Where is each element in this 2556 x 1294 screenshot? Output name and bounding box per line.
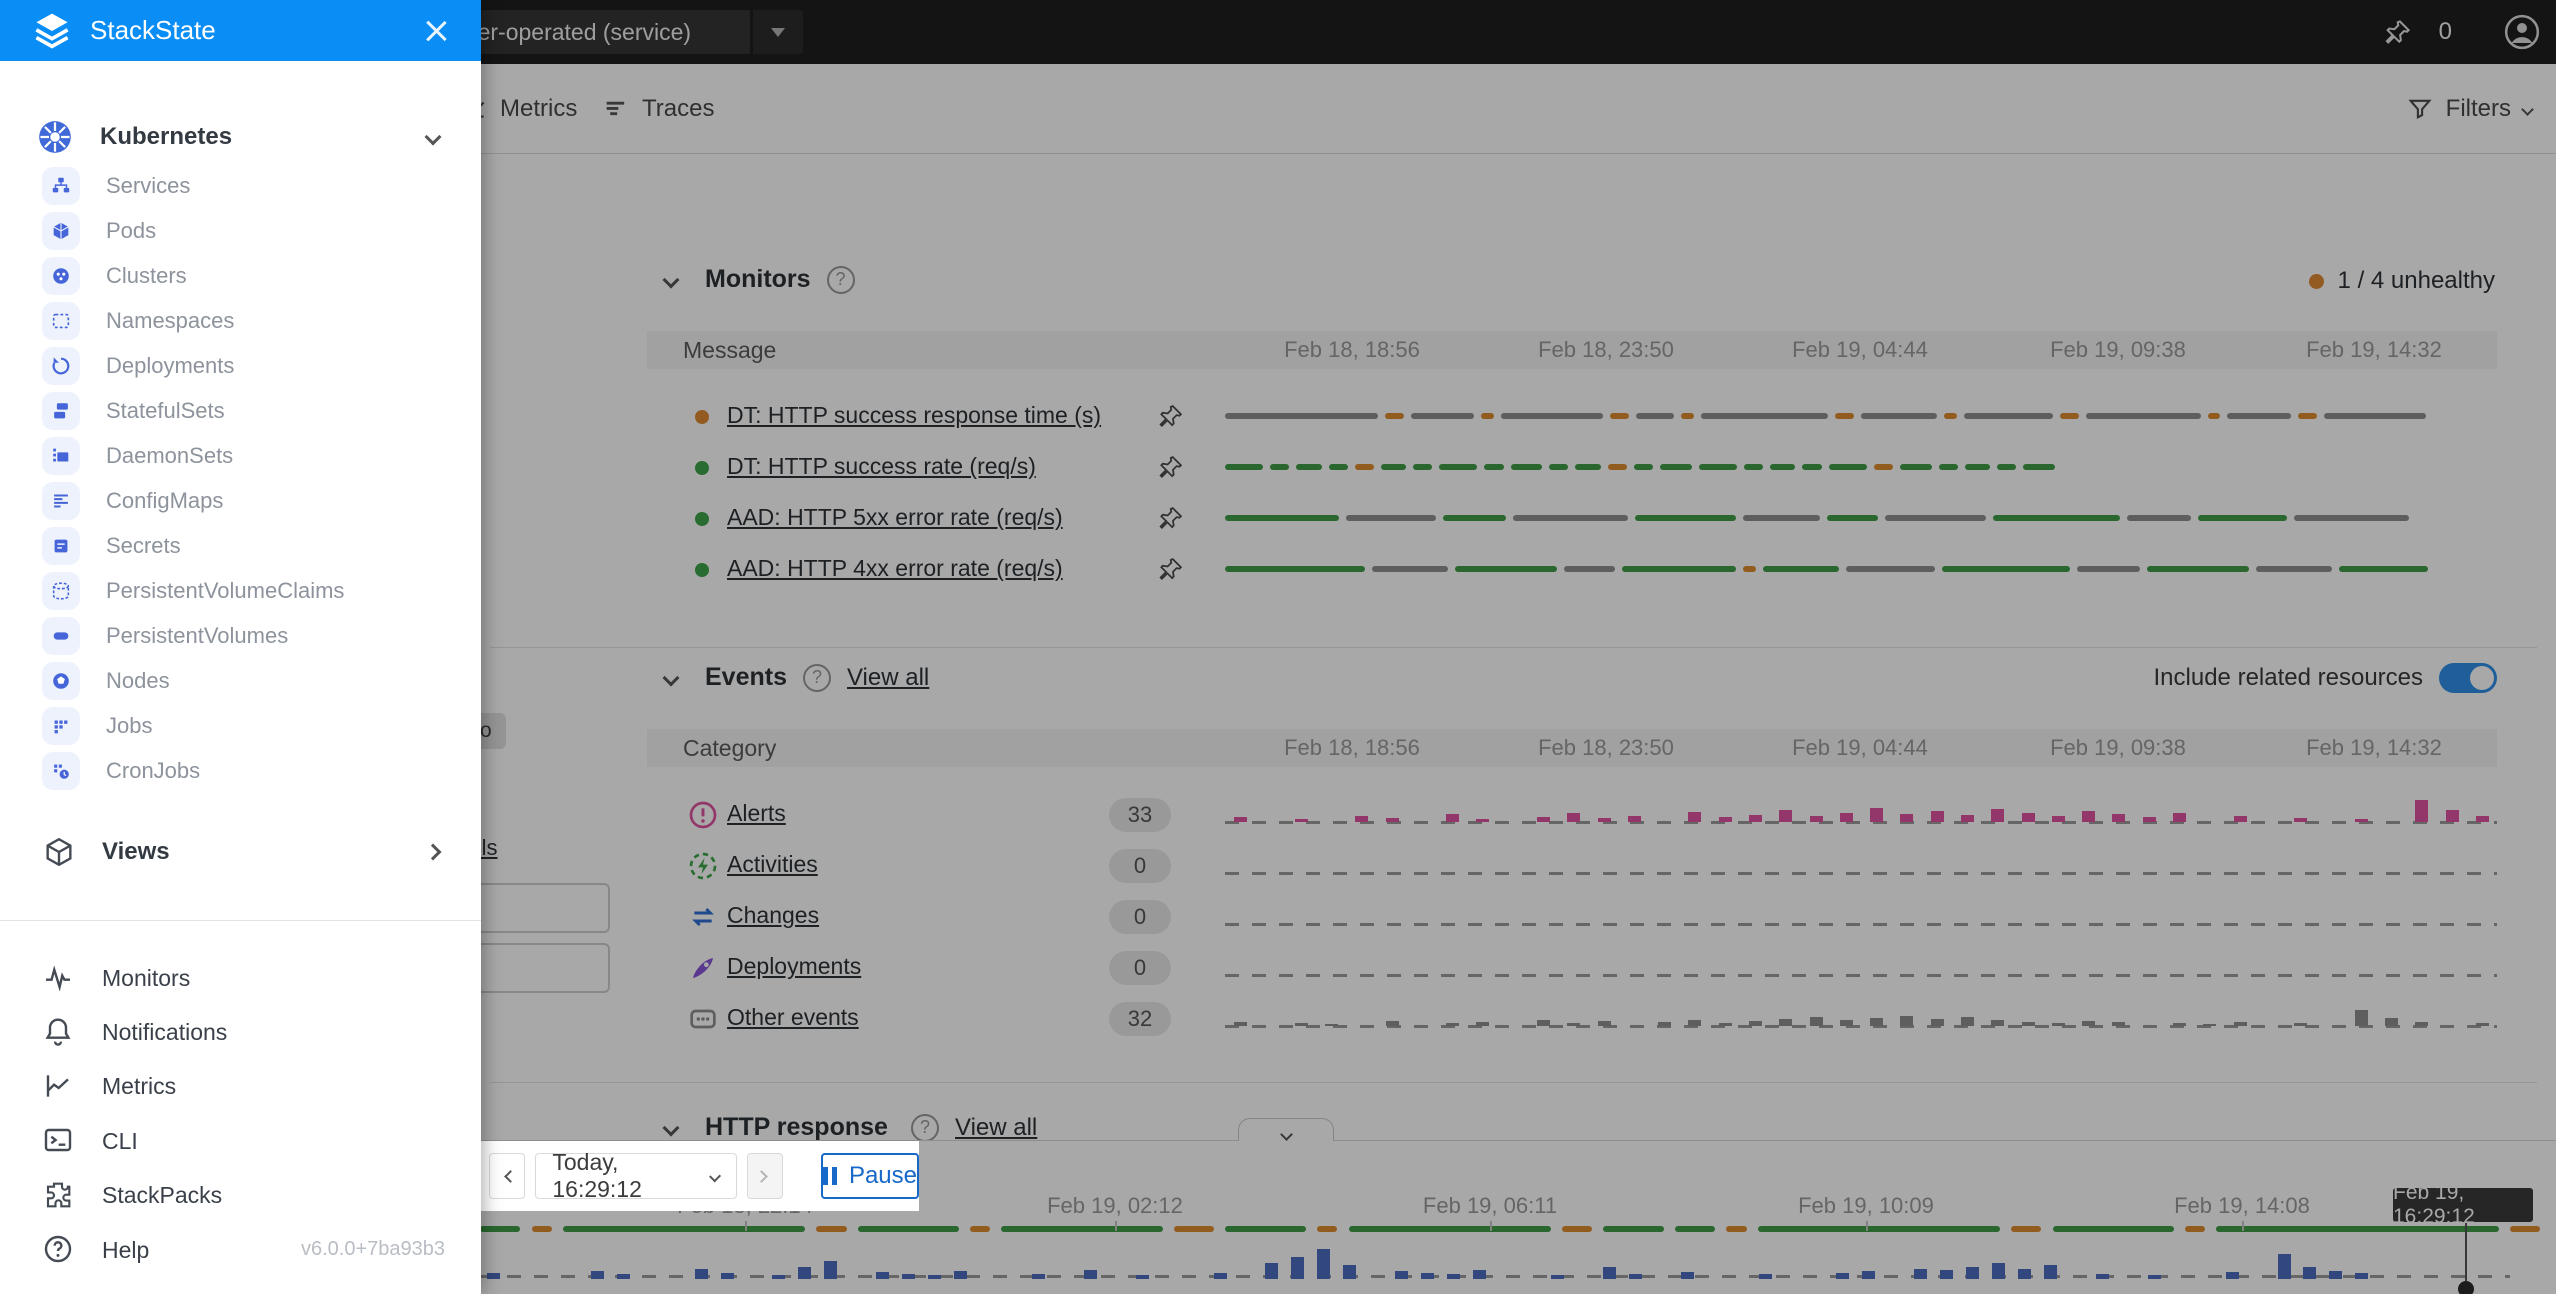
drawer-title: StackState [90, 15, 216, 46]
sidebar-item-persistentvolumes[interactable]: PersistentVolumes [0, 613, 481, 658]
resource-icon [42, 662, 80, 700]
sidebar-item-label: PersistentVolumeClaims [106, 578, 344, 604]
sidebar-item-clusters[interactable]: Clusters [0, 253, 481, 298]
resource-icon [42, 437, 80, 475]
cli-icon [42, 1124, 76, 1158]
resource-icon [42, 572, 80, 610]
sidebar-item-label: DaemonSets [106, 443, 233, 469]
app-version: v6.0.0+7ba93b3 [301, 1238, 445, 1261]
sidebar-item-label: Pods [106, 218, 156, 244]
resource-icon [42, 707, 80, 745]
sidebar-item-label: Services [106, 173, 190, 199]
sidebar-item-label: Namespaces [106, 308, 234, 334]
resource-icon [42, 212, 80, 250]
help-icon [42, 1233, 76, 1267]
notifications-icon [42, 1015, 76, 1049]
resource-icon [42, 617, 80, 655]
sidebar-item-label: Jobs [106, 713, 152, 739]
metrics-icon [42, 1070, 76, 1104]
resource-icon [42, 302, 80, 340]
resource-icon [42, 752, 80, 790]
timeline-prev-button[interactable] [489, 1153, 525, 1199]
sidebar-item-label: Secrets [106, 533, 181, 559]
resource-icon [42, 257, 80, 295]
sidebar-item-jobs[interactable]: Jobs [0, 703, 481, 748]
sidebar-item-label: Monitors [102, 965, 190, 992]
pause-label: Pause [849, 1162, 917, 1190]
drawer-header: StackState [0, 0, 481, 61]
sidebar-item-daemonsets[interactable]: DaemonSets [0, 433, 481, 478]
sidebar-item-kubernetes[interactable]: Kubernetes [0, 113, 481, 161]
sidebar-item-views[interactable]: Views [0, 827, 481, 877]
timeline-controls: Today, 16:29:12 Pause [481, 1141, 919, 1211]
sidebar-divider [0, 920, 481, 921]
navigation-drawer: StackState Kubernetes Services Pods Clus… [0, 0, 481, 1294]
pause-button[interactable]: Pause [821, 1153, 919, 1199]
sidebar-item-label: StackPacks [102, 1182, 222, 1209]
sidebar-item-label: Deployments [106, 353, 234, 379]
sidebar-item-label: Help [102, 1237, 149, 1264]
resource-icon [42, 482, 80, 520]
resource-icon [42, 347, 80, 385]
timeline-time-picker[interactable]: Today, 16:29:12 [535, 1153, 736, 1199]
stackpacks-icon [42, 1179, 76, 1213]
sidebar-item-label: StatefulSets [106, 398, 225, 424]
resource-icon [42, 167, 80, 205]
timeline-current-time: Today, 16:29:12 [552, 1149, 697, 1203]
chevron-down-icon [709, 1170, 721, 1182]
sidebar-item-cronjobs[interactable]: CronJobs [0, 748, 481, 793]
sidebar-item-services[interactable]: Services [0, 163, 481, 208]
drawer-close-button[interactable] [423, 18, 449, 44]
drawer-backdrop[interactable] [481, 0, 2556, 1294]
sidebar-item-stackpacks[interactable]: StackPacks [0, 1169, 481, 1223]
resource-icon [42, 392, 80, 430]
sidebar-item-label: ConfigMaps [106, 488, 223, 514]
sidebar-item-deployments[interactable]: Deployments [0, 343, 481, 388]
sidebar-item-namespaces[interactable]: Namespaces [0, 298, 481, 343]
pause-icon [823, 1167, 837, 1185]
sidebar-item-metrics[interactable]: Metrics [0, 1060, 481, 1114]
sidebar-item-monitors[interactable]: Monitors [0, 951, 481, 1005]
sidebar-item-label: PersistentVolumes [106, 623, 288, 649]
chevron-right-icon [425, 844, 442, 861]
views-icon [42, 835, 76, 869]
kubernetes-icon [36, 118, 74, 156]
sidebar-item-label: Clusters [106, 263, 187, 289]
monitors-icon [42, 961, 76, 995]
app: ager-operated (service) 0 Metrics Traces… [0, 0, 2556, 1294]
sidebar-item-statefulsets[interactable]: StatefulSets [0, 388, 481, 433]
sidebar-item-nodes[interactable]: Nodes [0, 658, 481, 703]
sidebar-item-label: Metrics [102, 1073, 176, 1100]
sidebar-item-pods[interactable]: Pods [0, 208, 481, 253]
sidebar-item-label: Nodes [106, 668, 170, 694]
stackstate-logo [30, 9, 74, 53]
sidebar-item-label: CronJobs [106, 758, 200, 784]
sidebar-item-configmaps[interactable]: ConfigMaps [0, 478, 481, 523]
resource-icon [42, 527, 80, 565]
sidebar-item-cli[interactable]: CLI [0, 1114, 481, 1168]
sidebar-item-label: CLI [102, 1128, 138, 1155]
sidebar-item-persistentvolumeclaims[interactable]: PersistentVolumeClaims [0, 568, 481, 613]
sidebar-item-label: Notifications [102, 1019, 227, 1046]
sidebar-item-notifications[interactable]: Notifications [0, 1005, 481, 1059]
timeline-next-button[interactable] [747, 1153, 783, 1199]
sidebar-item-secrets[interactable]: Secrets [0, 523, 481, 568]
chevron-down-icon [425, 129, 442, 146]
